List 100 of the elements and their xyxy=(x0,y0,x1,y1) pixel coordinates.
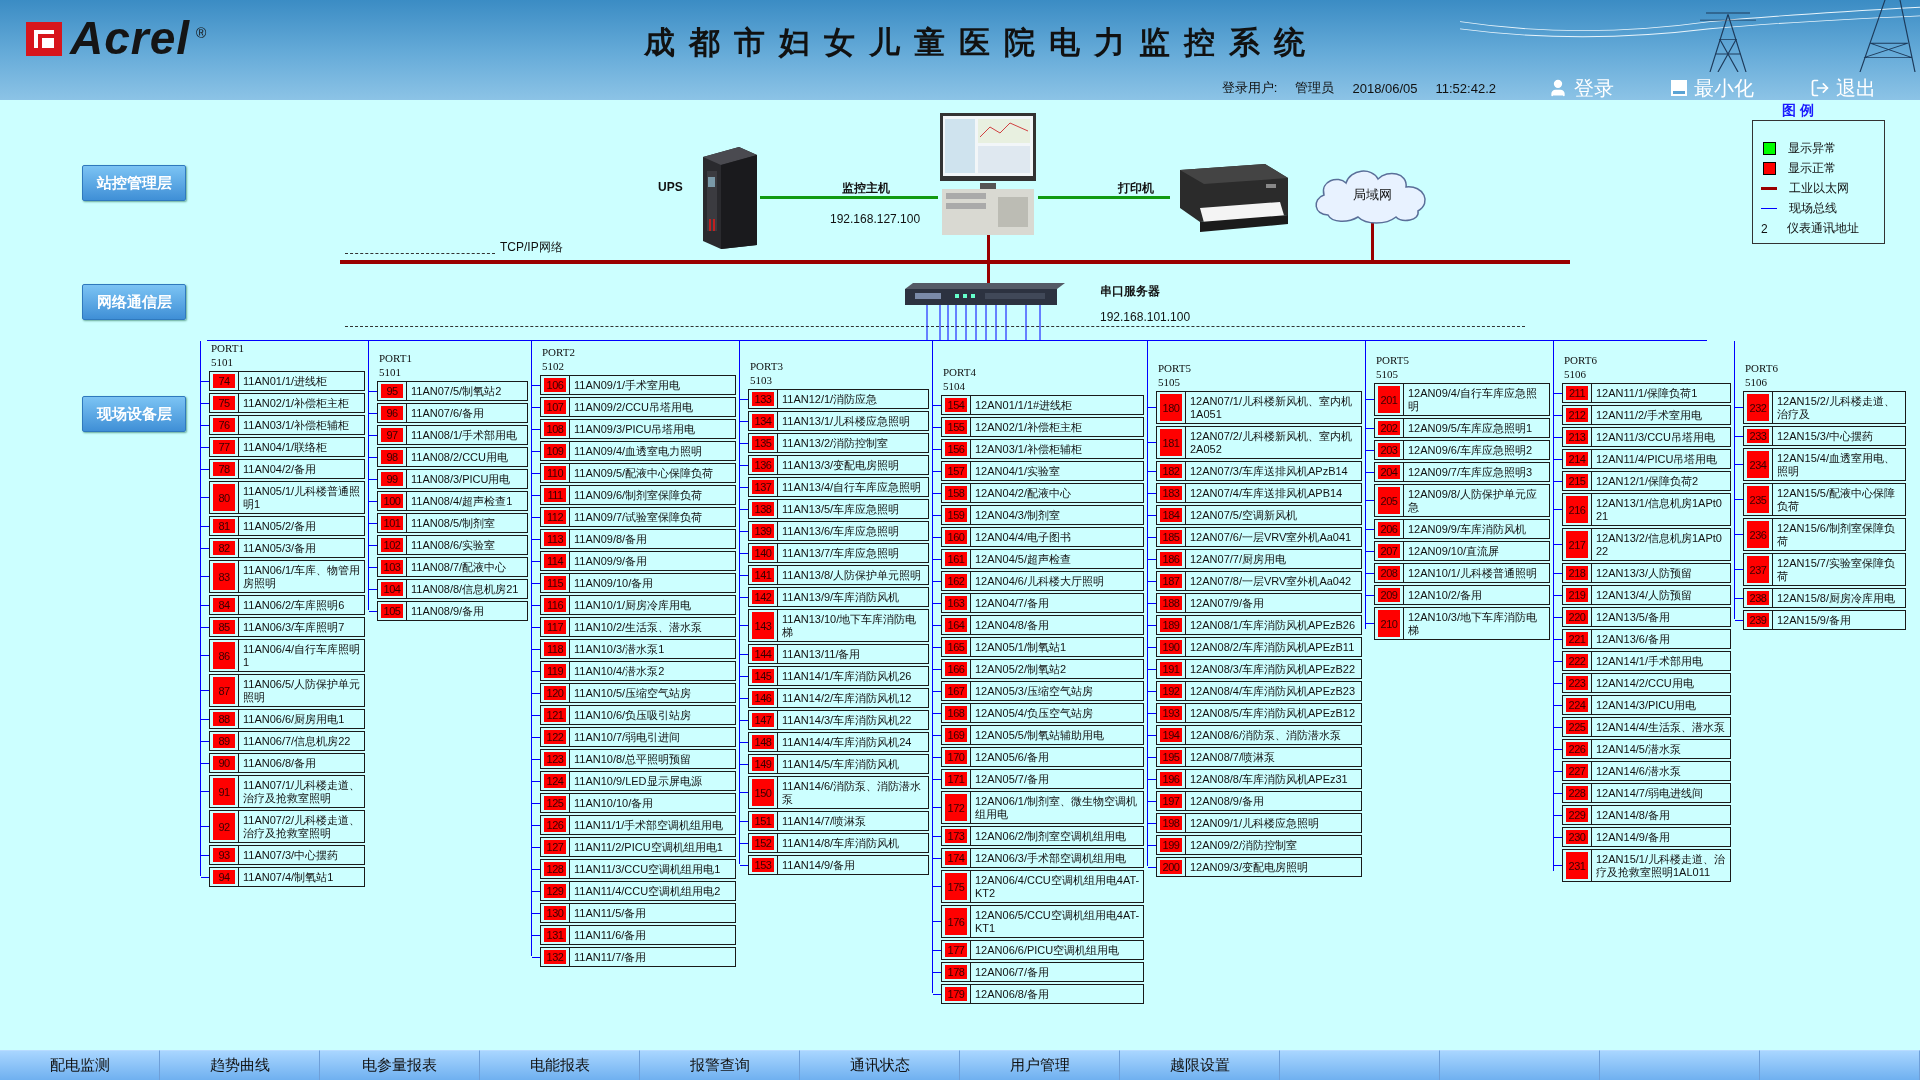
device-row[interactable]: 211 12AN11/1/保障负荷1 xyxy=(1562,383,1731,403)
device-row[interactable]: 193 12AN08/5/车库消防风机APEzB12 xyxy=(1156,703,1362,723)
menu-tab[interactable]: 趋势曲线 xyxy=(160,1050,320,1080)
device-row[interactable]: 198 12AN09/1/儿科楼应急照明 xyxy=(1156,813,1362,833)
device-row[interactable]: 114 11AN09/9/备用 xyxy=(540,551,736,571)
device-row[interactable]: 85 11AN06/3/车库照明7 xyxy=(209,617,365,637)
device-row[interactable]: 212 12AN11/2/手术室用电 xyxy=(1562,405,1731,425)
device-row[interactable]: 209 12AN10/2/备用 xyxy=(1374,585,1550,605)
device-row[interactable]: 141 11AN13/8/人防保护单元照明 xyxy=(748,565,929,585)
device-row[interactable]: 154 12AN01/1/1#进线柜 xyxy=(941,395,1144,415)
device-row[interactable]: 135 11AN13/2/消防控制室 xyxy=(748,433,929,453)
device-row[interactable]: 108 11AN09/3/PICU吊塔用电 xyxy=(540,419,736,439)
device-row[interactable]: 102 11AN08/6/实验室 xyxy=(377,535,528,555)
device-row[interactable]: 226 12AN14/5/潜水泵 xyxy=(1562,739,1731,759)
device-row[interactable]: 157 12AN04/1/实验室 xyxy=(941,461,1144,481)
device-row[interactable]: 148 11AN14/4/车库消防风机24 xyxy=(748,732,929,752)
device-row[interactable]: 166 12AN05/2/制氧站2 xyxy=(941,659,1144,679)
device-row[interactable]: 170 12AN05/6/备用 xyxy=(941,747,1144,767)
device-row[interactable]: 101 11AN08/5/制剂室 xyxy=(377,513,528,533)
device-row[interactable]: 129 11AN11/4/CCU空调机组用电2 xyxy=(540,881,736,901)
device-row[interactable]: 83 11AN06/1/车库、物管用房照明 xyxy=(209,560,365,593)
device-row[interactable]: 142 11AN13/9/车库消防风机 xyxy=(748,587,929,607)
device-row[interactable]: 184 12AN07/5/空调新风机 xyxy=(1156,505,1362,525)
device-row[interactable]: 223 12AN14/2/CCU用电 xyxy=(1562,673,1731,693)
device-row[interactable]: 214 12AN11/4/PICU吊塔用电 xyxy=(1562,449,1731,469)
device-row[interactable]: 105 11AN08/9/备用 xyxy=(377,601,528,621)
device-row[interactable]: 124 11AN10/9/LED显示屏电源 xyxy=(540,771,736,791)
device-row[interactable]: 96 11AN07/6/备用 xyxy=(377,403,528,423)
device-row[interactable]: 168 12AN05/4/负压空气站房 xyxy=(941,703,1144,723)
device-row[interactable]: 80 11AN05/1/儿科楼普通照明1 xyxy=(209,481,365,514)
device-row[interactable]: 220 12AN13/5/备用 xyxy=(1562,607,1731,627)
device-row[interactable]: 228 12AN14/7/弱电进线间 xyxy=(1562,783,1731,803)
device-row[interactable]: 174 12AN06/3/手术部空调机组用电 xyxy=(941,848,1144,868)
device-row[interactable]: 164 12AN04/8/备用 xyxy=(941,615,1144,635)
device-row[interactable]: 94 11AN07/4/制氧站1 xyxy=(209,867,365,887)
device-row[interactable]: 147 11AN14/3/车库消防风机22 xyxy=(748,710,929,730)
device-row[interactable]: 227 12AN14/6/潜水泵 xyxy=(1562,761,1731,781)
device-row[interactable]: 126 11AN11/1/手术部空调机组用电 xyxy=(540,815,736,835)
device-row[interactable]: 188 12AN07/9/备用 xyxy=(1156,593,1362,613)
device-row[interactable]: 177 12AN06/6/PICU空调机组用电 xyxy=(941,940,1144,960)
device-row[interactable]: 78 11AN04/2/备用 xyxy=(209,459,365,479)
device-row[interactable]: 186 12AN07/7/厨房用电 xyxy=(1156,549,1362,569)
device-row[interactable]: 167 12AN05/3/压缩空气站房 xyxy=(941,681,1144,701)
device-row[interactable]: 178 12AN06/7/备用 xyxy=(941,962,1144,982)
device-row[interactable]: 189 12AN08/1/车库消防风机APEzB26 xyxy=(1156,615,1362,635)
device-row[interactable]: 162 12AN04/6/儿科楼大厅照明 xyxy=(941,571,1144,591)
device-row[interactable]: 158 12AN04/2/配液中心 xyxy=(941,483,1144,503)
device-row[interactable]: 136 11AN13/3/变配电房照明 xyxy=(748,455,929,475)
device-row[interactable]: 224 12AN14/3/PICU用电 xyxy=(1562,695,1731,715)
menu-tab[interactable]: 用户管理 xyxy=(960,1050,1120,1080)
device-row[interactable]: 119 11AN10/4/潜水泵2 xyxy=(540,661,736,681)
device-row[interactable]: 111 11AN09/6/制剂室保障负荷 xyxy=(540,485,736,505)
device-row[interactable]: 92 11AN07/2/儿科楼走道、治疗及抢救室照明 xyxy=(209,810,365,843)
device-row[interactable]: 229 12AN14/8/备用 xyxy=(1562,805,1731,825)
device-row[interactable]: 200 12AN09/3/变配电房照明 xyxy=(1156,857,1362,877)
menu-tab[interactable]: 越限设置 xyxy=(1120,1050,1280,1080)
device-row[interactable]: 113 11AN09/8/备用 xyxy=(540,529,736,549)
device-row[interactable]: 146 11AN14/2/车库消防风机12 xyxy=(748,688,929,708)
menu-tab[interactable]: 电能报表 xyxy=(480,1050,640,1080)
device-row[interactable]: 106 11AN09/1/手术室用电 xyxy=(540,375,736,395)
device-row[interactable]: 81 11AN05/2/备用 xyxy=(209,516,365,536)
device-row[interactable]: 225 12AN14/4/生活泵、潜水泵 xyxy=(1562,717,1731,737)
device-row[interactable]: 160 12AN04/4/电子图书 xyxy=(941,527,1144,547)
device-row[interactable]: 117 11AN10/2/生活泵、潜水泵 xyxy=(540,617,736,637)
device-row[interactable]: 75 11AN02/1/补偿柜主柜 xyxy=(209,393,365,413)
device-row[interactable]: 128 11AN11/3/CCU空调机组用电1 xyxy=(540,859,736,879)
device-row[interactable]: 221 12AN13/6/备用 xyxy=(1562,629,1731,649)
device-row[interactable]: 203 12AN09/6/车库应急照明2 xyxy=(1374,440,1550,460)
device-row[interactable]: 239 12AN15/9/备用 xyxy=(1743,610,1906,630)
device-row[interactable]: 173 12AN06/2/制剂室空调机组用电 xyxy=(941,826,1144,846)
device-row[interactable]: 107 11AN09/2/CCU吊塔用电 xyxy=(540,397,736,417)
menu-tab[interactable]: 电参量报表 xyxy=(320,1050,480,1080)
device-row[interactable]: 145 11AN14/1/车库消防风机26 xyxy=(748,666,929,686)
device-row[interactable]: 139 11AN13/6/车库应急照明 xyxy=(748,521,929,541)
device-row[interactable]: 204 12AN09/7/车库应急照明3 xyxy=(1374,462,1550,482)
device-row[interactable]: 103 11AN08/7/配液中心 xyxy=(377,557,528,577)
device-row[interactable]: 82 11AN05/3/备用 xyxy=(209,538,365,558)
device-row[interactable]: 84 11AN06/2/车库照明6 xyxy=(209,595,365,615)
device-row[interactable]: 149 11AN14/5/车库消防风机 xyxy=(748,754,929,774)
device-row[interactable]: 155 12AN02/1/补偿柜主柜 xyxy=(941,417,1144,437)
device-row[interactable]: 97 11AN08/1/手术部用电 xyxy=(377,425,528,445)
device-row[interactable]: 161 12AN04/5/超声检查 xyxy=(941,549,1144,569)
device-row[interactable]: 91 11AN07/1/儿科楼走道、治疗及抢救室照明 xyxy=(209,775,365,808)
device-row[interactable]: 120 11AN10/5/压缩空气站房 xyxy=(540,683,736,703)
device-row[interactable]: 196 12AN08/8/车库消防风机APEz31 xyxy=(1156,769,1362,789)
menu-tab[interactable]: 配电监测 xyxy=(0,1050,160,1080)
device-row[interactable]: 199 12AN09/2/消防控制室 xyxy=(1156,835,1362,855)
device-row[interactable]: 159 12AN04/3/制剂室 xyxy=(941,505,1144,525)
device-row[interactable]: 207 12AN09/10/直流屏 xyxy=(1374,541,1550,561)
device-row[interactable]: 218 12AN13/3/人防预留 xyxy=(1562,563,1731,583)
device-row[interactable]: 213 12AN11/3/CCU吊塔用电 xyxy=(1562,427,1731,447)
device-row[interactable]: 131 11AN11/6/备用 xyxy=(540,925,736,945)
device-row[interactable]: 88 11AN06/6/厨房用电1 xyxy=(209,709,365,729)
device-row[interactable]: 112 11AN09/7/试验室保障负荷 xyxy=(540,507,736,527)
device-row[interactable]: 86 11AN06/4/自行车库照明1 xyxy=(209,639,365,672)
device-row[interactable]: 230 12AN14/9/备用 xyxy=(1562,827,1731,847)
device-row[interactable]: 179 12AN06/8/备用 xyxy=(941,984,1144,1004)
device-row[interactable]: 104 11AN08/8/信息机房21 xyxy=(377,579,528,599)
device-row[interactable]: 118 11AN10/3/潜水泵1 xyxy=(540,639,736,659)
device-row[interactable]: 140 11AN13/7/车库应急照明 xyxy=(748,543,929,563)
